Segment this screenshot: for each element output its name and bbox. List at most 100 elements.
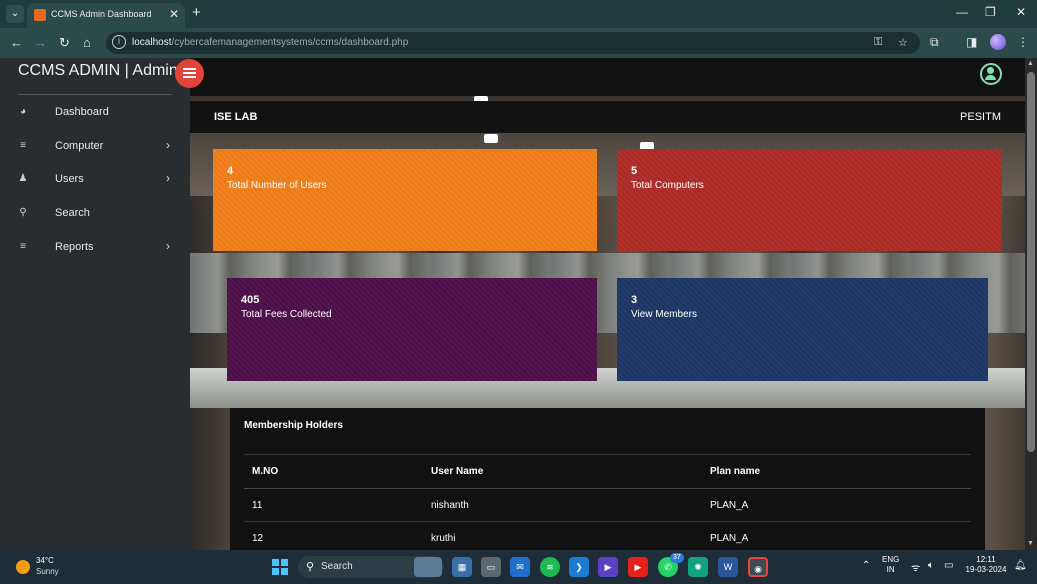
search-icon: ⚲ [306, 561, 315, 573]
ceiling-light [484, 134, 498, 143]
cell-username: kruthi [431, 533, 456, 544]
card-value: 3 [631, 294, 638, 306]
page-scrollbar[interactable]: ▲ ▼ [1025, 58, 1037, 550]
browser-toolbar: ← → ↻ ⌂ i localhost/cybercafemanagements… [0, 28, 1037, 58]
scroll-up-icon[interactable]: ▲ [1027, 60, 1034, 67]
sidebar-item-label: Dashboard [55, 106, 109, 118]
weather-condition: Sunny [36, 567, 59, 576]
minimize-icon[interactable]: — [956, 5, 968, 19]
browser-tab-bar: ⌄ CCMS Admin Dashboard ✕ + — ❐ ✕ [0, 0, 1037, 28]
spotify-icon[interactable]: ≋ [540, 557, 560, 577]
lab-header-bar: ISE LAB PESITM [190, 101, 1025, 133]
reload-icon[interactable]: ↻ [59, 35, 70, 51]
web-page: CCMS ADMIN | Admin ◕ Dashboard ≡ Compute… [0, 58, 1025, 550]
notification-bell-icon[interactable]: 🔔︎ [1014, 560, 1027, 571]
scrollbar-thumb[interactable] [1027, 72, 1035, 452]
weather-temperature: 34°C [36, 556, 54, 565]
wifi-icon[interactable]: ᯤ [911, 560, 920, 574]
task-view-icon[interactable]: ▭ [481, 557, 501, 577]
table-row: 12 kruthi PLAN_A [244, 522, 971, 550]
youtube-icon[interactable]: ▶ [628, 557, 648, 577]
user-account-icon[interactable] [980, 63, 1002, 85]
windows-start-icon[interactable] [272, 559, 288, 575]
list-icon: ≡ [20, 241, 26, 252]
column-header-plan: Plan name [710, 466, 761, 477]
whatsapp-badge: 37 [670, 553, 684, 563]
sidebar-item-computer[interactable]: ≡ Computer › [0, 132, 190, 162]
sidebar-item-label: Computer [55, 140, 104, 152]
panel-title: Membership Holders [244, 420, 343, 431]
address-bar[interactable]: i localhost/cybercafemanagementsystems/c… [106, 32, 920, 54]
volume-icon[interactable]: 🔈︎ [928, 560, 934, 571]
site-favicon-icon [34, 9, 46, 21]
url-text: localhost/cybercafemanagementsystems/ccm… [132, 37, 409, 48]
chatgpt-icon[interactable]: ✺ [688, 557, 708, 577]
search-label: Search [321, 561, 353, 572]
tab-search-menu-icon[interactable]: ⌄ [6, 5, 24, 23]
profile-avatar[interactable] [990, 34, 1006, 50]
card-label: View Members [631, 309, 697, 320]
home-icon[interactable]: ⌂ [83, 35, 91, 50]
word-icon[interactable]: W [718, 557, 738, 577]
mail-icon[interactable]: ✉ [510, 557, 530, 577]
battery-icon[interactable]: ▭ [944, 560, 953, 571]
sidebar: CCMS ADMIN | Admin ◕ Dashboard ≡ Compute… [0, 58, 190, 550]
sidebar-item-reports[interactable]: ≡ Reports › [0, 233, 190, 263]
sidebar-item-label: Search [55, 207, 90, 219]
brand-title: CCMS ADMIN | Admin [18, 62, 178, 79]
top-navbar [190, 58, 1025, 96]
lab-name: ISE LAB [214, 111, 258, 123]
password-key-icon[interactable]: ⚿ [874, 36, 882, 49]
media-player-icon[interactable]: ▶ [598, 557, 618, 577]
computers-count-card[interactable]: 5 Total Computers [617, 149, 1002, 251]
column-header-mno: M.NO [252, 466, 279, 477]
vscode-icon[interactable]: ❯ [569, 557, 589, 577]
scroll-down-icon[interactable]: ▼ [1027, 540, 1034, 547]
chevron-right-icon: › [166, 171, 170, 185]
table-row: 11 nishanth PLAN_A [244, 489, 971, 522]
chevron-right-icon: › [166, 138, 170, 152]
cell-plan: PLAN_A [710, 500, 749, 511]
users-count-card[interactable]: 4 Total Number of Users [213, 149, 597, 251]
dashboard-icon: ◕ [19, 106, 27, 117]
cell-mno: 12 [252, 533, 264, 544]
new-tab-icon[interactable]: + [192, 4, 201, 21]
forward-icon[interactable]: → [34, 35, 47, 50]
sidebar-item-search[interactable]: ⚲ Search [0, 199, 190, 229]
side-panel-icon[interactable]: ◨ [966, 35, 977, 49]
clock[interactable]: 12:11 19-03-2024 [962, 555, 1010, 575]
sidebar-item-label: Users [55, 173, 84, 185]
chevron-right-icon: › [166, 239, 170, 253]
fees-collected-card[interactable]: 405 Total Fees Collected [227, 278, 597, 381]
browser-tab[interactable]: CCMS Admin Dashboard ✕ [27, 3, 185, 28]
cell-plan: PLAN_A [710, 533, 749, 544]
language-indicator[interactable]: ENG IN [882, 555, 899, 575]
cell-mno: 11 [252, 500, 263, 511]
site-info-icon[interactable]: i [112, 35, 126, 49]
sidebar-toggle-button[interactable] [175, 59, 204, 88]
lab-photo-thumbnail-icon[interactable] [414, 557, 442, 577]
close-window-icon[interactable]: ✕ [1016, 5, 1026, 19]
sun-icon[interactable] [16, 560, 30, 574]
restore-icon[interactable]: ❐ [985, 5, 996, 19]
language-region: IN [886, 565, 895, 574]
widgets-icon[interactable]: ▦ [452, 557, 472, 577]
tab-title: CCMS Admin Dashboard [51, 9, 152, 19]
sidebar-divider [18, 94, 172, 95]
card-value: 405 [241, 294, 260, 306]
back-icon[interactable]: ← [10, 35, 23, 50]
tab-close-icon[interactable]: ✕ [169, 7, 179, 21]
chrome-icon[interactable]: ◉ [748, 557, 768, 577]
extensions-icon[interactable]: ⧉ [930, 35, 939, 50]
sidebar-item-users[interactable]: ♟ Users › [0, 165, 190, 195]
language-code: ENG [882, 555, 900, 564]
chevron-up-icon[interactable]: ⌃ [862, 560, 870, 571]
card-label: Total Computers [631, 180, 704, 191]
bookmark-star-icon[interactable]: ☆ [898, 36, 908, 49]
view-members-card[interactable]: 3 View Members [617, 278, 988, 381]
clock-time: 12:11 [976, 555, 996, 564]
organization-name: PESITM [960, 111, 1001, 123]
sidebar-item-dashboard[interactable]: ◕ Dashboard [0, 98, 190, 128]
clock-date: 19-03-2024 [965, 565, 1007, 574]
chrome-menu-icon[interactable]: ⋮ [1017, 35, 1029, 49]
